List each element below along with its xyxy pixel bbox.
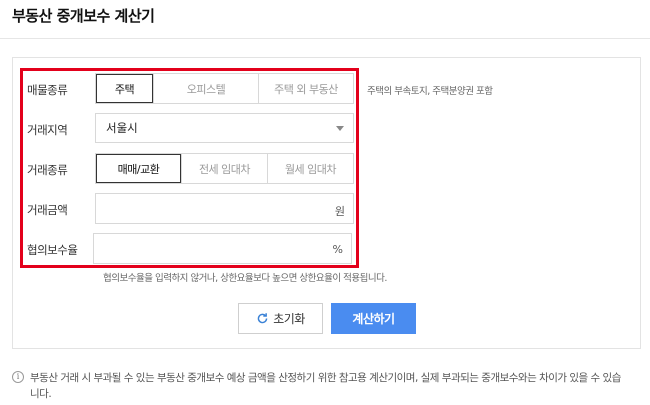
- deal-option-sale[interactable]: 매매/교환: [96, 154, 181, 183]
- reset-label: 초기화: [273, 312, 305, 326]
- deal-option-monthly[interactable]: 월세 임대차: [267, 154, 353, 183]
- property-option-house[interactable]: 주택: [96, 74, 153, 103]
- rate-input[interactable]: %: [93, 233, 352, 264]
- reset-button[interactable]: 초기화: [238, 303, 323, 334]
- page-title: 부동산 중개보수 계산기: [12, 7, 155, 25]
- calculate-button[interactable]: 계산하기: [331, 303, 416, 334]
- deal-type-label: 거래종류: [27, 163, 68, 177]
- rate-label: 협의보수율: [27, 243, 78, 257]
- title-divider: [0, 38, 650, 39]
- region-label: 거래지역: [27, 123, 68, 137]
- amount-unit: 원: [334, 205, 345, 218]
- info-icon: i: [12, 371, 24, 383]
- disclaimer: i 부동산 거래 시 부과될 수 있는 부동산 중개보수 예상 금액을 산정하기…: [12, 370, 632, 402]
- region-value: 서울시: [106, 121, 138, 135]
- property-type-label: 매물종류: [27, 83, 68, 97]
- property-type-note: 주택의 부속토지, 주택분양권 포함: [367, 86, 493, 97]
- property-option-non-house[interactable]: 주택 외 부동산: [258, 74, 353, 103]
- deal-type-selector: 매매/교환 전세 임대차 월세 임대차: [95, 153, 354, 184]
- amount-input[interactable]: 원: [95, 193, 354, 224]
- rate-hint: 협의보수율을 입력하지 않거나, 상한요율보다 높으면 상한요율이 적용됩니다.: [103, 273, 387, 284]
- refresh-icon: [257, 313, 268, 324]
- property-option-officetel[interactable]: 오피스텔: [153, 74, 258, 103]
- region-select[interactable]: 서울시: [95, 113, 354, 143]
- deal-option-jeonse[interactable]: 전세 임대차: [181, 154, 267, 183]
- rate-unit: %: [332, 243, 343, 256]
- amount-label: 거래금액: [27, 203, 68, 217]
- property-type-selector: 주택 오피스텔 주택 외 부동산: [95, 73, 354, 104]
- disclaimer-text: 부동산 거래 시 부과될 수 있는 부동산 중개보수 예상 금액을 산정하기 위…: [30, 372, 621, 400]
- chevron-down-icon: [336, 126, 344, 131]
